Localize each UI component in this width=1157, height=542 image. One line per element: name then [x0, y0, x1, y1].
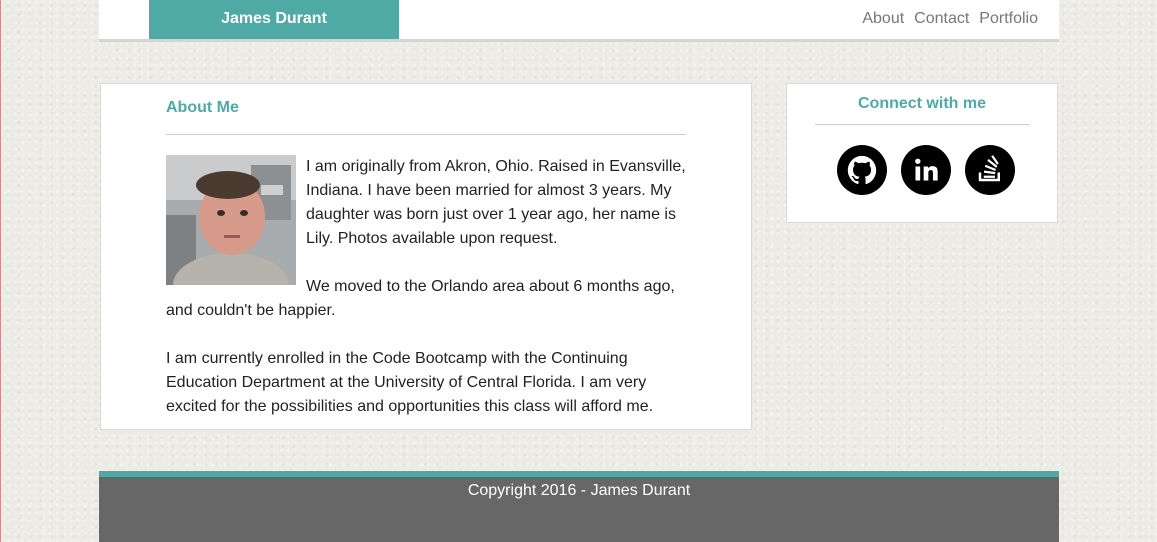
brand-title[interactable]: James Durant: [149, 0, 399, 39]
github-icon: [847, 155, 877, 185]
connect-title: Connect with me: [857, 95, 986, 112]
nav-link-about[interactable]: About: [862, 10, 904, 28]
about-body: I am originally from Akron, Ohio. Raised…: [166, 155, 686, 419]
window-edge: [0, 0, 1, 542]
main-nav: About Contact Portfolio: [852, 0, 1038, 37]
stackoverflow-icon: [978, 155, 1000, 182]
nav-link-contact[interactable]: Contact: [914, 10, 969, 28]
profile-photo: [166, 155, 296, 285]
about-divider: [166, 134, 686, 135]
profile-photo-image: [166, 155, 296, 285]
linkedin-icon: [915, 158, 938, 181]
site-header: James Durant About Contact Portfolio: [99, 0, 1059, 42]
about-content: About Me I am originally from Akron, Ohi…: [166, 84, 686, 419]
github-link[interactable]: [837, 145, 887, 195]
connect-panel: Connect with me: [786, 83, 1058, 223]
about-paragraph: I am currently enrolled in the Code Boot…: [166, 350, 654, 415]
about-panel: About Me I am originally from Akron, Ohi…: [100, 83, 752, 430]
social-links: [837, 145, 1015, 195]
linkedin-link[interactable]: [901, 145, 951, 195]
copyright-text: Copyright 2016 - James Durant: [467, 482, 691, 499]
site-footer: Copyright 2016 - James Durant: [99, 471, 1059, 542]
nav-link-portfolio[interactable]: Portfolio: [979, 10, 1038, 28]
about-title: About Me: [166, 99, 239, 116]
stackoverflow-link[interactable]: [965, 145, 1015, 195]
connect-divider: [814, 124, 1030, 125]
